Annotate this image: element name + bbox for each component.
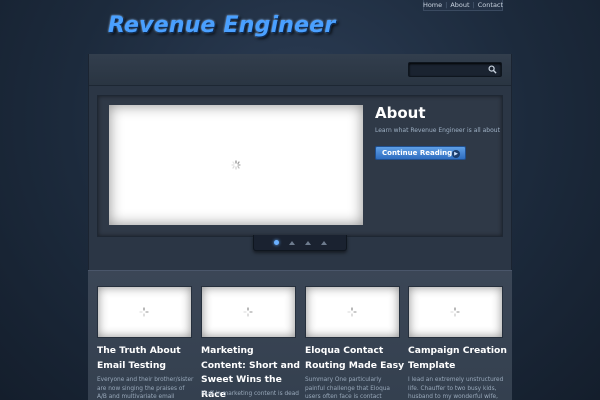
loading-spinner-icon (450, 307, 460, 317)
post-thumbnail[interactable] (201, 286, 296, 338)
loading-spinner-icon (231, 160, 241, 170)
search-icon[interactable] (488, 65, 497, 74)
pager-dot-4[interactable] (320, 240, 327, 245)
search-input[interactable] (408, 62, 502, 77)
continue-reading-label: Continue Reading (382, 149, 453, 157)
post-thumbnail[interactable] (97, 286, 192, 338)
post-title[interactable]: The Truth About Email Testing (97, 344, 197, 373)
loading-spinner-icon (243, 307, 253, 317)
slide-image[interactable] (109, 105, 363, 225)
pager-dot-1[interactable] (273, 240, 279, 245)
post-excerpt: I lead an extremely unstructured life. C… (408, 377, 504, 400)
loading-spinner-icon (139, 307, 149, 317)
post-title[interactable]: Eloqua Contact Routing Made Easy (305, 344, 405, 373)
panel-toolbar (89, 54, 511, 86)
top-nav: Home | About | Contact (423, 0, 503, 11)
arrow-right-icon: ▶ (452, 150, 460, 158)
nav-contact-link[interactable]: Contact (475, 1, 506, 9)
loading-spinner-icon (347, 307, 357, 317)
post-excerpt: Summary One particularly painful challen… (305, 377, 390, 400)
post-title[interactable]: Campaign Creation Template (408, 344, 508, 373)
post-thumbnail[interactable] (408, 286, 503, 338)
post-excerpt: Everyone and their brother/sister are no… (97, 377, 194, 400)
slide-subtitle: Learn what Revenue Engineer is all about (375, 127, 500, 134)
continue-reading-button[interactable]: Continue Reading ▶ (375, 146, 466, 160)
pager-dot-2[interactable] (288, 240, 295, 245)
recent-posts: The Truth About Email Testing Everyone a… (88, 270, 512, 400)
pager-dot-3[interactable] (304, 240, 311, 245)
slider-pager (253, 235, 347, 251)
slide-title: About (375, 104, 426, 122)
nav-about-link[interactable]: About (447, 1, 472, 9)
nav-home-link[interactable]: Home (420, 1, 445, 9)
post-excerpt: Fluff in marketing content is dead (201, 391, 299, 397)
post-thumbnail[interactable] (305, 286, 400, 338)
site-logo[interactable]: Revenue Engineer (108, 8, 344, 42)
featured-slider (97, 95, 503, 237)
